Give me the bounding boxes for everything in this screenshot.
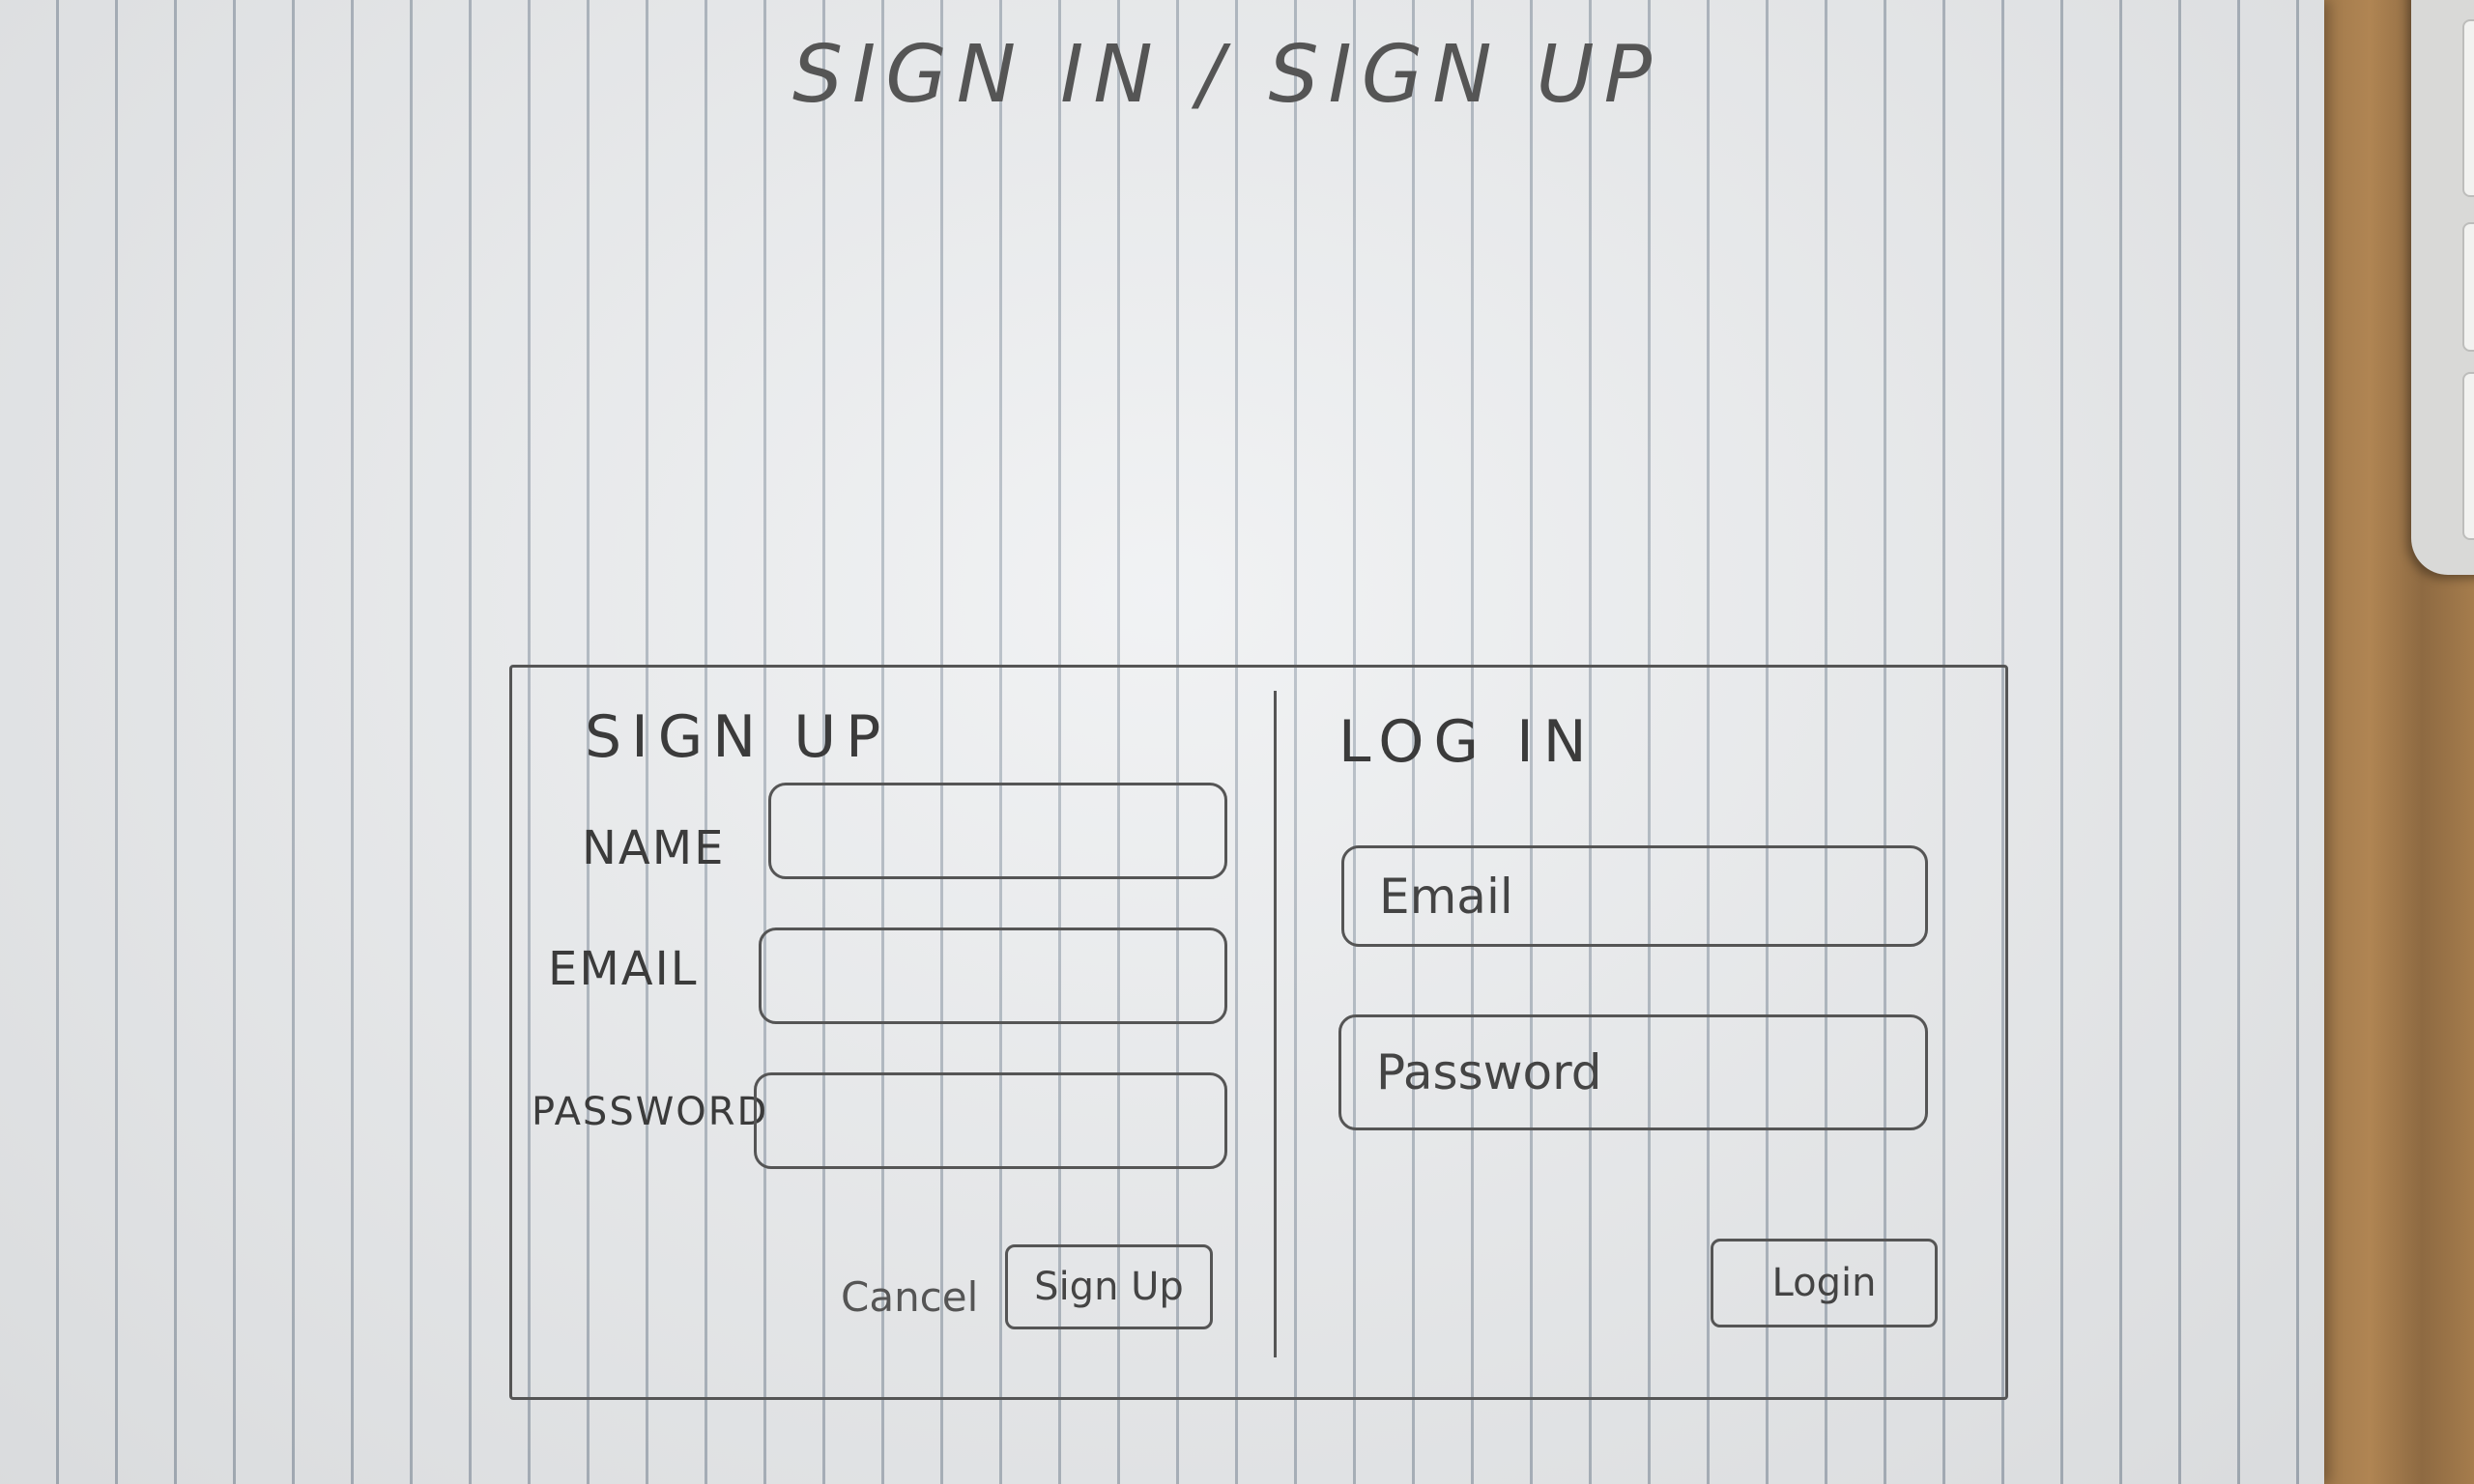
email-label: EMAIL xyxy=(548,942,699,996)
login-email-input[interactable]: Email xyxy=(1341,845,1928,947)
keyboard-key xyxy=(2462,222,2474,352)
cancel-button[interactable]: Cancel xyxy=(841,1273,978,1321)
login-email-placeholder: Email xyxy=(1379,868,1513,925)
name-label: NAME xyxy=(582,821,726,875)
signup-title: SIGN UP xyxy=(585,703,891,771)
login-title: LOG IN xyxy=(1338,708,1597,776)
login-password-placeholder: Password xyxy=(1376,1044,1602,1100)
login-button[interactable]: Login xyxy=(1711,1239,1938,1327)
panel-divider xyxy=(1274,691,1277,1357)
signup-password-input[interactable] xyxy=(754,1072,1227,1169)
signup-name-input[interactable] xyxy=(768,783,1227,879)
keyboard-key xyxy=(2462,19,2474,197)
login-password-input[interactable]: Password xyxy=(1338,1014,1928,1130)
page-title: SIGN IN / SIGN UP xyxy=(792,29,1662,121)
signup-button[interactable]: Sign Up xyxy=(1005,1244,1213,1329)
keyboard-key xyxy=(2462,372,2474,540)
password-label: PASSWORD xyxy=(532,1090,769,1134)
signup-email-input[interactable] xyxy=(759,928,1227,1024)
